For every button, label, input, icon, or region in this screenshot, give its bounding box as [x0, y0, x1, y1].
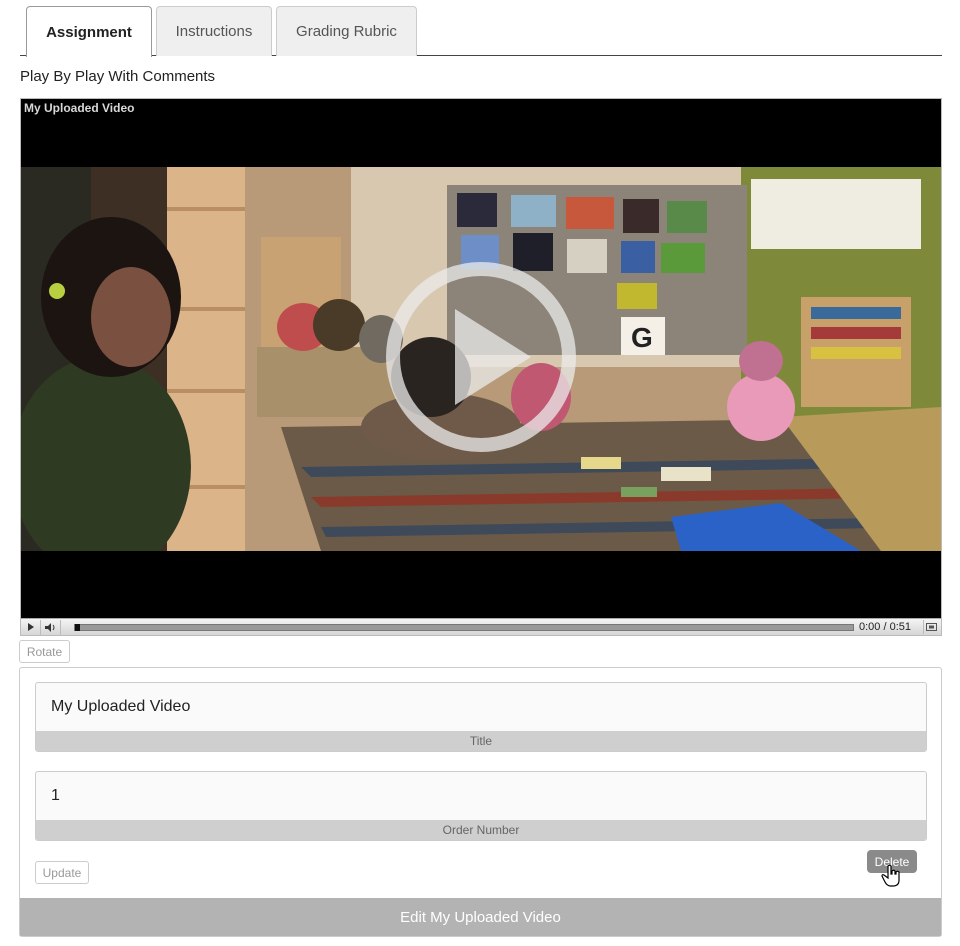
play-button[interactable] — [21, 619, 41, 635]
title-input-value[interactable]: My Uploaded Video — [51, 698, 190, 716]
time-separator: / — [883, 621, 887, 633]
duration: 0:51 — [889, 621, 912, 633]
speaker-icon — [44, 622, 54, 632]
svg-text:G: G — [631, 322, 653, 353]
section-title: Play By Play With Comments — [20, 68, 216, 85]
time-display: 0:00 / 0:51 — [859, 621, 911, 633]
tab-grading-rubric[interactable]: Grading Rubric — [276, 6, 417, 56]
hand-cursor-icon — [881, 864, 900, 887]
order-number-label: Order Number — [36, 820, 926, 840]
volume-button[interactable] — [41, 619, 61, 635]
order-number-input-value[interactable]: 1 — [51, 787, 60, 805]
video-player: My Uploaded Video G 0:00 / 0:51 — [20, 98, 942, 636]
order-number-field[interactable]: 1 Order Number — [35, 771, 927, 841]
fullscreen-button[interactable] — [923, 620, 939, 634]
video-title: My Uploaded Video — [24, 101, 135, 115]
video-frame[interactable]: My Uploaded Video G — [21, 99, 941, 618]
tab-instructions[interactable]: Instructions — [156, 6, 272, 56]
seek-knob[interactable] — [75, 624, 80, 631]
seek-bar[interactable] — [74, 624, 854, 631]
tab-bar: Assignment Instructions Grading Rubric — [20, 6, 942, 57]
edit-video-button[interactable]: Edit My Uploaded Video — [20, 898, 941, 936]
rotate-button[interactable]: Rotate — [19, 640, 70, 663]
play-overlay-icon[interactable] — [383, 259, 579, 455]
tab-assignment[interactable]: Assignment — [26, 6, 152, 57]
update-button[interactable]: Update — [35, 861, 89, 884]
play-icon — [27, 623, 34, 631]
current-time: 0:00 — [859, 621, 881, 633]
title-label: Title — [36, 731, 926, 751]
video-controls: 0:00 / 0:51 — [21, 618, 941, 635]
fullscreen-icon — [926, 623, 937, 631]
edit-panel: My Uploaded Video Title 1 Order Number U… — [19, 667, 942, 937]
title-field[interactable]: My Uploaded Video Title — [35, 682, 927, 752]
